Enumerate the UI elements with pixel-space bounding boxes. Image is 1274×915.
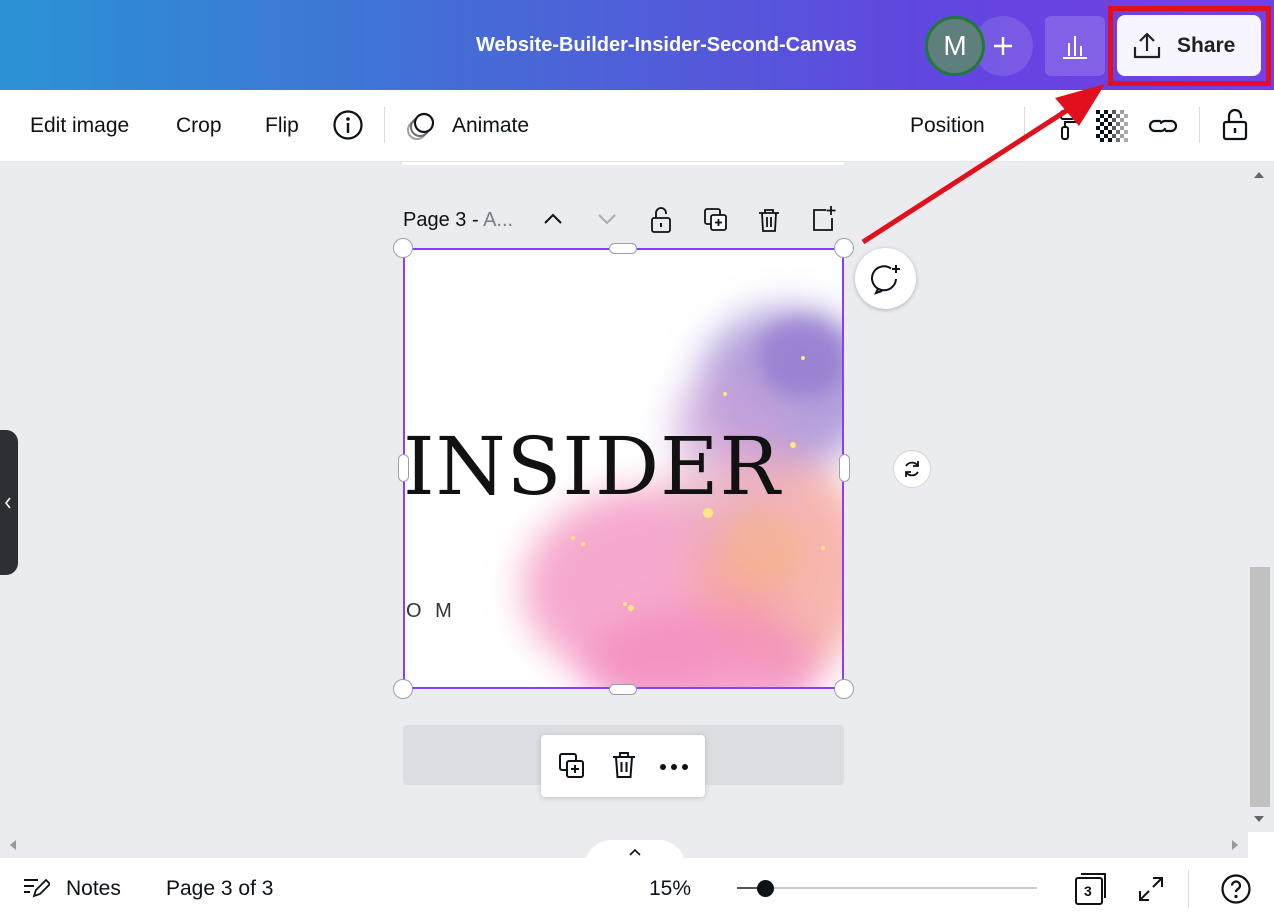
flip-button[interactable]: Flip xyxy=(265,114,299,138)
move-page-down-button[interactable] xyxy=(594,206,620,232)
resize-handle-right[interactable] xyxy=(839,454,850,482)
info-button[interactable] xyxy=(332,109,364,141)
duplicate-button[interactable] xyxy=(557,751,587,781)
resize-handle-left[interactable] xyxy=(398,454,409,482)
zoom-level[interactable]: 15% xyxy=(649,877,691,901)
plus-icon xyxy=(994,37,1012,55)
more-dots-icon xyxy=(660,764,688,770)
page-label-title: A... xyxy=(483,209,514,231)
unlock-icon xyxy=(651,207,671,233)
animate-icon xyxy=(407,112,435,140)
chevron-down-icon xyxy=(598,214,616,225)
notes-button[interactable]: Notes xyxy=(66,877,121,901)
link-button[interactable] xyxy=(1146,112,1180,140)
zoom-slider-knob[interactable] xyxy=(757,880,774,897)
help-button[interactable] xyxy=(1220,873,1252,905)
share-label: Share xyxy=(1177,33,1236,57)
move-page-up-button[interactable] xyxy=(540,206,566,232)
unlock-icon xyxy=(1222,108,1248,141)
scroll-left-arrow-icon[interactable] xyxy=(8,839,18,851)
delete-page-button[interactable] xyxy=(756,206,782,234)
notes-icon xyxy=(24,878,50,898)
previous-page-edge xyxy=(402,162,844,165)
chevron-up-icon xyxy=(629,848,641,856)
rotate-icon xyxy=(905,461,919,477)
delete-button[interactable] xyxy=(610,750,638,780)
info-icon xyxy=(333,110,363,140)
expand-icon xyxy=(1139,877,1163,901)
animate-icon-wrap[interactable] xyxy=(404,110,438,142)
add-comment-button[interactable] xyxy=(855,248,916,309)
add-page-icon xyxy=(813,206,836,231)
document-title[interactable]: Website-Builder-Insider-Second-Canvas xyxy=(476,34,857,57)
animate-button[interactable]: Animate xyxy=(452,114,529,138)
duplicate-icon xyxy=(704,208,727,231)
grid-view-button[interactable]: 3 xyxy=(1074,872,1108,906)
scroll-down-arrow-icon[interactable] xyxy=(1253,814,1265,824)
add-page-button[interactable] xyxy=(810,204,838,234)
notes-icon-wrap[interactable] xyxy=(22,876,50,900)
trash-icon xyxy=(759,209,779,232)
page-label[interactable]: Page 3 - A... xyxy=(403,209,513,232)
resize-handle-top-right[interactable] xyxy=(834,238,854,258)
resize-handle-bottom[interactable] xyxy=(609,684,637,695)
bar-chart-icon xyxy=(1063,36,1087,59)
lock-page-button[interactable] xyxy=(648,206,674,234)
trash-icon xyxy=(613,752,635,778)
resize-handle-top-left[interactable] xyxy=(393,238,413,258)
resize-handle-top[interactable] xyxy=(609,243,637,254)
duplicate-icon xyxy=(559,753,584,778)
scroll-right-arrow-icon[interactable] xyxy=(1230,839,1240,851)
edit-image-button[interactable]: Edit image xyxy=(30,114,129,138)
resize-handle-bottom-right[interactable] xyxy=(834,679,854,699)
rotate-button[interactable] xyxy=(893,450,931,488)
link-icon xyxy=(1148,119,1178,133)
more-options-button[interactable] xyxy=(659,763,689,771)
page-count-badge: 3 xyxy=(1084,883,1092,899)
annotation-arrow-icon xyxy=(861,84,1105,245)
toolbar-divider-3 xyxy=(1199,107,1200,143)
avatar-initial: M xyxy=(943,30,967,61)
resize-handle-bottom-left[interactable] xyxy=(393,679,413,699)
insights-button[interactable] xyxy=(1045,16,1105,76)
share-button[interactable]: Share xyxy=(1117,15,1261,76)
fullscreen-button[interactable] xyxy=(1137,875,1165,903)
lock-button[interactable] xyxy=(1220,107,1250,143)
page-counter[interactable]: Page 3 of 3 xyxy=(166,877,273,901)
selection-frame xyxy=(403,248,844,689)
page-label-prefix: Page 3 - xyxy=(403,209,484,231)
bottom-divider xyxy=(1188,870,1189,908)
chevron-left-icon xyxy=(4,497,11,509)
toolbar-divider xyxy=(384,107,385,143)
side-panel-toggle[interactable] xyxy=(0,430,18,575)
vertical-scroll-thumb[interactable] xyxy=(1250,567,1270,807)
chevron-up-icon xyxy=(544,213,562,224)
comment-plus-icon xyxy=(870,264,900,295)
avatar[interactable]: M xyxy=(925,16,985,76)
floating-page-toolbar xyxy=(541,735,705,797)
collapse-pages-button[interactable] xyxy=(585,840,685,866)
help-icon xyxy=(1221,874,1251,904)
scroll-up-arrow-icon[interactable] xyxy=(1253,170,1265,180)
crop-button[interactable]: Crop xyxy=(176,114,222,138)
duplicate-page-button[interactable] xyxy=(702,206,730,234)
upload-icon xyxy=(1133,32,1161,58)
zoom-slider-track[interactable] xyxy=(737,887,1037,889)
